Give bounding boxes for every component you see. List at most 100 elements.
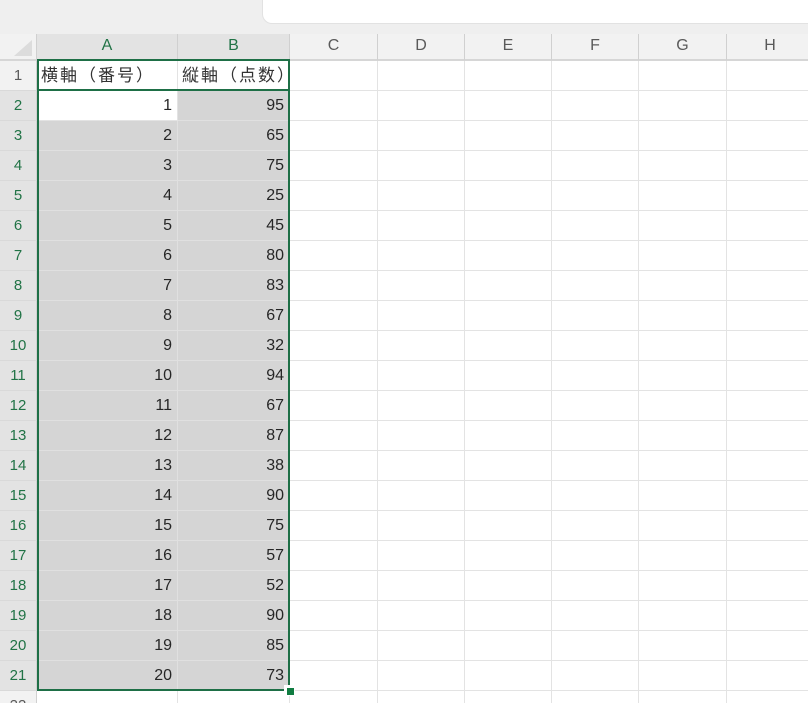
cell-B5[interactable]: 25 xyxy=(178,181,290,211)
cell-H2[interactable] xyxy=(727,91,808,121)
cell-E10[interactable] xyxy=(465,331,552,361)
row-header-20[interactable]: 20 xyxy=(0,631,37,661)
cell-A16[interactable]: 15 xyxy=(37,511,178,541)
row-header-12[interactable]: 12 xyxy=(0,391,37,421)
cell-F20[interactable] xyxy=(552,631,639,661)
cell-H13[interactable] xyxy=(727,421,808,451)
cell-G21[interactable] xyxy=(639,661,727,691)
cell-B18[interactable]: 52 xyxy=(178,571,290,601)
cell-G15[interactable] xyxy=(639,481,727,511)
cell-F9[interactable] xyxy=(552,301,639,331)
cell-A22[interactable] xyxy=(37,691,178,703)
select-all-button[interactable] xyxy=(0,34,37,61)
cell-C16[interactable] xyxy=(290,511,378,541)
cell-E7[interactable] xyxy=(465,241,552,271)
cell-H17[interactable] xyxy=(727,541,808,571)
cell-B9[interactable]: 67 xyxy=(178,301,290,331)
cell-C14[interactable] xyxy=(290,451,378,481)
cell-E9[interactable] xyxy=(465,301,552,331)
row-header-3[interactable]: 3 xyxy=(0,121,37,151)
cell-G14[interactable] xyxy=(639,451,727,481)
row-header-21[interactable]: 21 xyxy=(0,661,37,691)
cell-E12[interactable] xyxy=(465,391,552,421)
cell-B1[interactable]: 縦軸（点数） xyxy=(178,61,290,91)
row-header-14[interactable]: 14 xyxy=(0,451,37,481)
cell-F8[interactable] xyxy=(552,271,639,301)
cell-F3[interactable] xyxy=(552,121,639,151)
cell-B15[interactable]: 90 xyxy=(178,481,290,511)
cell-C3[interactable] xyxy=(290,121,378,151)
cell-D5[interactable] xyxy=(378,181,465,211)
cell-C20[interactable] xyxy=(290,631,378,661)
cell-D8[interactable] xyxy=(378,271,465,301)
cell-A17[interactable]: 16 xyxy=(37,541,178,571)
cell-G20[interactable] xyxy=(639,631,727,661)
cell-F11[interactable] xyxy=(552,361,639,391)
cell-G1[interactable] xyxy=(639,61,727,91)
fill-handle[interactable] xyxy=(287,688,294,695)
cell-A7[interactable]: 6 xyxy=(37,241,178,271)
cell-E16[interactable] xyxy=(465,511,552,541)
cell-B22[interactable] xyxy=(178,691,290,703)
column-header-C[interactable]: C xyxy=(290,34,378,61)
cell-A13[interactable]: 12 xyxy=(37,421,178,451)
cell-A1[interactable]: 横軸（番号） xyxy=(37,61,178,91)
cell-A14[interactable]: 13 xyxy=(37,451,178,481)
cell-E13[interactable] xyxy=(465,421,552,451)
cell-A20[interactable]: 19 xyxy=(37,631,178,661)
cell-A4[interactable]: 3 xyxy=(37,151,178,181)
cell-E1[interactable] xyxy=(465,61,552,91)
cell-C11[interactable] xyxy=(290,361,378,391)
cell-B17[interactable]: 57 xyxy=(178,541,290,571)
cell-B2[interactable]: 95 xyxy=(178,91,290,121)
cell-A18[interactable]: 17 xyxy=(37,571,178,601)
cell-A11[interactable]: 10 xyxy=(37,361,178,391)
cell-H16[interactable] xyxy=(727,511,808,541)
cell-F19[interactable] xyxy=(552,601,639,631)
cell-C9[interactable] xyxy=(290,301,378,331)
column-header-H[interactable]: H xyxy=(727,34,808,61)
cell-F13[interactable] xyxy=(552,421,639,451)
cell-C17[interactable] xyxy=(290,541,378,571)
cell-F15[interactable] xyxy=(552,481,639,511)
cell-E4[interactable] xyxy=(465,151,552,181)
cell-G17[interactable] xyxy=(639,541,727,571)
cell-C15[interactable] xyxy=(290,481,378,511)
cell-A3[interactable]: 2 xyxy=(37,121,178,151)
cell-B14[interactable]: 38 xyxy=(178,451,290,481)
cell-C7[interactable] xyxy=(290,241,378,271)
cell-B3[interactable]: 65 xyxy=(178,121,290,151)
cell-C5[interactable] xyxy=(290,181,378,211)
cell-G12[interactable] xyxy=(639,391,727,421)
cell-C22[interactable] xyxy=(290,691,378,703)
row-header-22[interactable]: 22 xyxy=(0,691,37,703)
cell-D1[interactable] xyxy=(378,61,465,91)
cell-C12[interactable] xyxy=(290,391,378,421)
cell-B21[interactable]: 73 xyxy=(178,661,290,691)
row-header-19[interactable]: 19 xyxy=(0,601,37,631)
cell-H3[interactable] xyxy=(727,121,808,151)
cell-F5[interactable] xyxy=(552,181,639,211)
cell-B7[interactable]: 80 xyxy=(178,241,290,271)
cell-H1[interactable] xyxy=(727,61,808,91)
row-header-16[interactable]: 16 xyxy=(0,511,37,541)
cell-D18[interactable] xyxy=(378,571,465,601)
cell-H18[interactable] xyxy=(727,571,808,601)
cell-E8[interactable] xyxy=(465,271,552,301)
cell-F14[interactable] xyxy=(552,451,639,481)
cell-D2[interactable] xyxy=(378,91,465,121)
cell-G22[interactable] xyxy=(639,691,727,703)
cell-D15[interactable] xyxy=(378,481,465,511)
cell-G13[interactable] xyxy=(639,421,727,451)
cell-E6[interactable] xyxy=(465,211,552,241)
cell-D10[interactable] xyxy=(378,331,465,361)
cell-H22[interactable] xyxy=(727,691,808,703)
row-header-4[interactable]: 4 xyxy=(0,151,37,181)
cell-H14[interactable] xyxy=(727,451,808,481)
cell-B19[interactable]: 90 xyxy=(178,601,290,631)
cell-E17[interactable] xyxy=(465,541,552,571)
column-header-G[interactable]: G xyxy=(639,34,727,61)
cell-B10[interactable]: 32 xyxy=(178,331,290,361)
cell-D3[interactable] xyxy=(378,121,465,151)
cell-A12[interactable]: 11 xyxy=(37,391,178,421)
